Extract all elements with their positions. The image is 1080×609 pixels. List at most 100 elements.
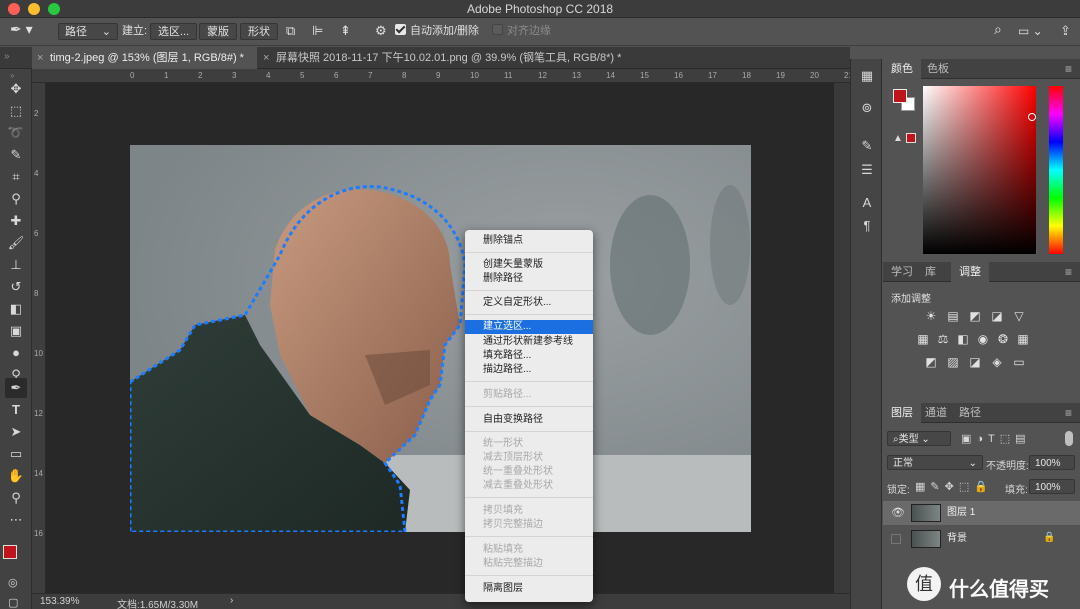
hand-tool-icon[interactable]: ✋ xyxy=(5,466,27,486)
tab-swatches[interactable]: 色板 xyxy=(919,59,957,79)
layer-filter-icons[interactable]: ▣◑T⬚▤ xyxy=(961,432,1031,445)
make-mask-button[interactable]: 蒙版 xyxy=(199,23,237,40)
brush-tool-icon[interactable]: 🖌 xyxy=(5,233,27,253)
pen-preset-icon[interactable]: ✒ ▾ xyxy=(10,21,33,38)
vibrance-icon[interactable]: ▽ xyxy=(1011,309,1027,323)
filter-toggle[interactable] xyxy=(1065,431,1073,446)
tab-timg-2[interactable]: × timg-2.jpeg @ 153% (图层 1, RGB/8#) * xyxy=(32,47,257,69)
zoom-tool-icon[interactable]: ⚲ xyxy=(5,488,27,508)
blur-tool-icon[interactable]: ● xyxy=(5,343,27,363)
menu-item-delete-anchor[interactable]: 删除锚点 xyxy=(465,234,593,248)
auto-add-delete-checkbox[interactable]: 自动添加/删除 xyxy=(395,23,479,40)
color-picker-marker[interactable] xyxy=(1028,113,1036,121)
quick-selection-tool-icon[interactable]: ✎ xyxy=(5,145,27,165)
visibility-off-icon[interactable] xyxy=(891,534,901,544)
eyedropper-tool-icon[interactable]: ⚲ xyxy=(5,189,27,209)
panel-menu-icon[interactable]: ≡ xyxy=(1065,403,1072,423)
tab-layers[interactable]: 图层 xyxy=(883,403,921,423)
menu-item-create-vector-mask[interactable]: 创建矢量蒙版 xyxy=(465,258,593,272)
close-tab-icon[interactable]: × xyxy=(37,47,43,69)
info-panel-icon[interactable]: ⊚ xyxy=(857,99,877,117)
gradient-map-icon[interactable]: ▭ xyxy=(1011,355,1027,369)
properties-panel-icon[interactable]: ☰ xyxy=(857,161,877,179)
clone-stamp-tool-icon[interactable]: ⊥ xyxy=(5,255,27,275)
zoom-level[interactable]: 153.39% xyxy=(40,596,79,607)
healing-brush-tool-icon[interactable]: ✚ xyxy=(5,211,27,231)
channel-mixer-icon[interactable]: ❂ xyxy=(995,332,1011,346)
quick-mask-icon[interactable]: ◎ xyxy=(8,576,18,589)
tab-adjustments[interactable]: 调整 xyxy=(951,262,989,282)
lock-icons[interactable]: ▦✎✥⬚🔒 xyxy=(915,480,993,493)
levels-icon[interactable]: ▤ xyxy=(945,309,961,323)
more-tools-icon[interactable]: ⋯ xyxy=(5,510,27,530)
color-field[interactable] xyxy=(923,86,1036,254)
lasso-tool-icon[interactable]: ➰ xyxy=(5,123,27,143)
align-edges-checkbox[interactable]: 对齐边缘 xyxy=(492,23,551,40)
brush-panel-icon[interactable]: ✎ xyxy=(857,137,877,155)
menu-item-define-custom-shape[interactable]: 定义自定形状... xyxy=(465,296,593,310)
menu-item-fill-path[interactable]: 填充路径... xyxy=(465,349,593,363)
rectangle-tool-icon[interactable]: ▭ xyxy=(5,444,27,464)
gear-icon[interactable]: ⚙ xyxy=(375,22,387,39)
panel-menu-icon[interactable]: ≡ xyxy=(1065,262,1072,282)
canvas-scrollbar[interactable] xyxy=(834,83,850,593)
menu-item-stroke-path[interactable]: 描边路径... xyxy=(465,363,593,377)
tab-color[interactable]: 颜色 xyxy=(883,59,921,79)
chevron-right-icon[interactable]: › xyxy=(230,595,233,606)
brightness-icon[interactable]: ☀ xyxy=(923,309,939,323)
posterize-icon[interactable]: ▨ xyxy=(945,355,961,369)
menu-item-make-selection[interactable]: 建立选区... xyxy=(465,320,593,334)
fill-input[interactable]: 100% xyxy=(1029,479,1075,494)
character-panel-icon[interactable]: A xyxy=(857,194,877,212)
make-shape-button[interactable]: 形状 xyxy=(240,23,278,40)
menu-item-free-transform-path[interactable]: 自由变换路径 xyxy=(465,413,593,427)
workspace-icon[interactable]: ▭ ⌄ xyxy=(1018,23,1043,40)
selective-color-icon[interactable]: ◈ xyxy=(989,355,1005,369)
opacity-input[interactable]: 100% xyxy=(1029,455,1075,470)
eraser-tool-icon[interactable]: ◧ xyxy=(5,299,27,319)
layer-name[interactable]: 背景 xyxy=(947,527,967,551)
path-arrangement-icon[interactable]: ⇞ xyxy=(340,22,351,39)
path-alignment-icon[interactable]: ⊫ xyxy=(312,22,323,39)
menu-item-new-guides-from-shape[interactable]: 通过形状新建参考线 xyxy=(465,335,593,349)
marquee-tool-icon[interactable]: ⬚ xyxy=(5,101,27,121)
exposure-icon[interactable]: ◪ xyxy=(989,309,1005,323)
threshold-icon[interactable]: ◪ xyxy=(967,355,983,369)
hue-slider[interactable] xyxy=(1049,86,1063,254)
screen-mode-icon[interactable]: ▢ xyxy=(8,596,18,609)
layer-name[interactable]: 图层 1 xyxy=(947,501,975,525)
tab-learn[interactable]: 学习 xyxy=(883,262,921,282)
tab-libraries[interactable]: 库 xyxy=(917,262,944,282)
pen-tool-icon[interactable]: ✒ xyxy=(5,378,27,398)
type-tool-icon[interactable]: T xyxy=(5,400,27,420)
gamut-color-chip[interactable] xyxy=(906,133,916,143)
share-icon[interactable]: ⇪ xyxy=(1060,22,1071,39)
path-mode-select[interactable]: 路径 ⌄ xyxy=(58,23,118,40)
invert-icon[interactable]: ◩ xyxy=(923,355,939,369)
black-white-icon[interactable]: ◧ xyxy=(955,332,971,346)
eye-icon[interactable]: 👁 xyxy=(891,506,905,519)
tab-screenshot[interactable]: × 屏幕快照 2018-11-17 下午10.02.01.png @ 39.9% … xyxy=(258,47,638,69)
color-lookup-icon[interactable]: ▦ xyxy=(1015,332,1031,346)
foreground-color-swatch[interactable] xyxy=(3,545,17,559)
history-panel-icon[interactable]: ▦ xyxy=(857,67,877,85)
layer-row-layer1[interactable]: 👁 图层 1 xyxy=(883,501,1080,525)
panel-menu-icon[interactable]: ≡ xyxy=(1065,59,1072,79)
make-selection-button[interactable]: 选区... xyxy=(150,23,198,40)
tab-channels[interactable]: 通道 xyxy=(917,403,955,423)
gradient-tool-icon[interactable]: ▣ xyxy=(5,321,27,341)
tab-paths[interactable]: 路径 xyxy=(951,403,989,423)
document-image[interactable] xyxy=(130,145,751,532)
color-balance-icon[interactable]: ⚖ xyxy=(935,332,951,346)
panel-collapse-icon[interactable]: » xyxy=(4,51,10,62)
path-selection-tool-icon[interactable]: ➤ xyxy=(5,422,27,442)
blend-mode-select[interactable]: 正常 ⌄ xyxy=(887,455,983,470)
menu-item-delete-path[interactable]: 删除路径 xyxy=(465,272,593,286)
hue-saturation-icon[interactable]: ▦ xyxy=(915,332,931,346)
history-brush-tool-icon[interactable]: ↺ xyxy=(5,277,27,297)
layer-row-background[interactable]: 背景 🔒 xyxy=(883,527,1080,551)
photo-filter-icon[interactable]: ◉ xyxy=(975,332,991,346)
close-tab-icon[interactable]: × xyxy=(263,47,269,69)
gamut-warning-icon[interactable]: ▲ xyxy=(893,133,903,144)
layer-kind-filter[interactable]: ⌕类型 ⌄ xyxy=(887,431,951,446)
